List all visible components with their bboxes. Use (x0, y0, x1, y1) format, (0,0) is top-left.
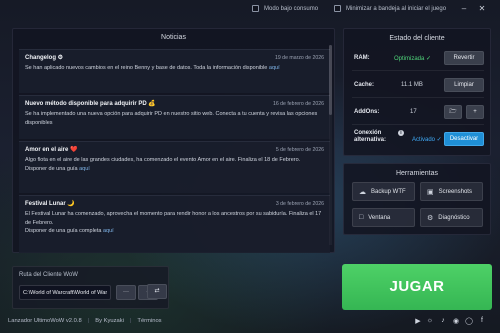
image-icon: ▣ (427, 188, 434, 196)
separator: | (87, 318, 90, 324)
browse-folder-button[interactable]: ··· (116, 285, 136, 300)
addons-label: AddOns: (354, 109, 380, 115)
news-item-body: Se ha implementado una nueva opción para… (25, 111, 318, 126)
alt-connection-label: Conexión alternativa: (354, 130, 386, 144)
divider (352, 97, 484, 98)
minimize-tray-label: Minimizar a bandeja al iniciar el juego (346, 5, 447, 12)
author: By Kyuzaki (95, 318, 124, 324)
news-item-link[interactable]: aquí (103, 228, 114, 234)
backup-wtf-button[interactable]: ☁ Backup WTF (352, 182, 415, 201)
close-window-button[interactable]: ✕ (476, 3, 488, 15)
news-scrollbar-thumb[interactable] (329, 45, 332, 115)
news-scrollbar[interactable] (329, 45, 332, 245)
diagnostic-label: Diagnóstico (438, 214, 470, 221)
client-status-panel: Estado del cliente RAM: Optimizada ✓ Rev… (343, 28, 491, 156)
client-path-input[interactable] (19, 285, 111, 300)
news-item-date: 19 de marzo de 2026 (274, 55, 324, 61)
addons-value: 17 (410, 109, 417, 115)
news-item-amor: Amor en el aire ❤️ 5 de febrero de 2026 … (19, 141, 330, 193)
news-item-text: Disponer de una guía (25, 165, 78, 172)
backup-wtf-label: Backup WTF (371, 188, 406, 195)
play-button[interactable]: JUGAR (342, 264, 492, 310)
news-item-text: Se han aplicado nuevos cambios en el rei… (25, 65, 268, 71)
news-item-body: El Festival Lunar ha comenzado, aprovech… (25, 210, 324, 236)
ram-label: RAM: (354, 55, 370, 61)
tiktok-icon[interactable]: ♪ (438, 317, 448, 324)
news-title: Noticias (161, 34, 186, 41)
window-button[interactable]: □ Ventana (352, 208, 415, 227)
window-icon: □ (359, 214, 364, 221)
app-version: Lanzador UltimoWoW v2.0.8 (8, 318, 82, 324)
client-path-panel: Ruta del Cliente WoW ··· ⬇ (12, 266, 169, 309)
alt-connection-label-line2: alternativa: (354, 137, 387, 143)
gear-icon: ⚙ (427, 214, 434, 222)
news-item-changelog: Changelog ⚙ 19 de marzo de 2026 Se han a… (19, 49, 330, 93)
terms-link[interactable]: Términos (137, 318, 161, 324)
minimize-window-button[interactable]: – (458, 3, 470, 15)
news-item-date: 5 de febrero de 2026 (275, 147, 324, 153)
low-consumption-checkbox[interactable] (252, 5, 259, 12)
folder-icon[interactable]: 🗁 (444, 105, 462, 119)
revert-ram-button[interactable]: Revertir (444, 51, 484, 65)
ram-value: Optimizada ✓ (394, 56, 432, 62)
divider (352, 124, 484, 125)
discord-icon[interactable]: ◉ (451, 317, 461, 325)
globe-icon[interactable]: ☼ (425, 317, 435, 324)
news-item-festival: Festival Lunar 🌙 3 de febrero de 2026 El… (19, 195, 330, 253)
news-item-date: 16 de febrero de 2026 (272, 101, 324, 107)
low-consumption-label: Modo bajo consumo (264, 5, 319, 12)
client-path-label: Ruta del Cliente WoW (19, 272, 78, 278)
window-label: Ventana (368, 214, 391, 221)
alt-connection-label-line1: Conexión (354, 130, 382, 136)
instagram-icon[interactable]: ◯ (464, 317, 474, 325)
status-title: Estado del cliente (389, 35, 445, 42)
clear-cache-button[interactable]: Limpiar (444, 78, 484, 92)
cache-value: 11.1 MB (401, 82, 423, 88)
tools-panel: Herramientas ☁ Backup WTF ▣ Screenshots … (343, 163, 491, 235)
translate-icon[interactable]: ⇄ (147, 284, 167, 299)
news-item-link[interactable]: aquí (79, 166, 90, 172)
alt-connection-value: Activado ✓ (412, 137, 442, 143)
top-bar: Modo bajo consumo Minimizar a bandeja al… (0, 0, 500, 18)
news-item-body: Algo flota en el aire de las grandes ciu… (25, 156, 324, 173)
cache-label: Cache: (354, 82, 375, 88)
add-addon-button[interactable]: + (466, 105, 484, 119)
low-consumption-toggle[interactable]: Modo bajo consumo (252, 5, 318, 12)
screenshots-button[interactable]: ▣ Screenshots (420, 182, 483, 201)
news-item-text: Algo flota en el aire de las grandes ciu… (25, 157, 301, 163)
tools-title: Herramientas (395, 170, 438, 177)
deactivate-button[interactable]: Desactivar (444, 132, 484, 146)
separator: | (129, 318, 132, 324)
footer: Lanzador UltimoWoW v2.0.8 | By Kyuzaki |… (8, 318, 162, 324)
news-item-link[interactable]: aquí (269, 65, 280, 71)
facebook-icon[interactable]: f (477, 317, 487, 324)
divider (352, 70, 484, 71)
diagnostic-button[interactable]: ⚙ Diagnóstico (420, 208, 483, 227)
news-item-date: 3 de febrero de 2026 (275, 201, 324, 207)
screenshots-label: Screenshots (438, 188, 472, 195)
news-item-pd: Nuevo método disponible para adquirir PD… (19, 95, 330, 139)
cloud-icon: ☁ (359, 188, 366, 196)
news-item-body: Se han aplicado nuevos cambios en el rei… (25, 64, 324, 73)
news-item-text: El Festival Lunar ha comenzado, aprovech… (25, 211, 322, 226)
minimize-tray-toggle[interactable]: Minimizar a bandeja al iniciar el juego (334, 5, 446, 12)
info-icon[interactable]: i (398, 130, 404, 136)
play-icon[interactable]: ▶ (413, 317, 423, 325)
news-panel: Noticias Changelog ⚙ 19 de marzo de 2026… (12, 28, 335, 253)
news-item-text: Disponer de una guía completa (25, 228, 102, 234)
minimize-tray-checkbox[interactable] (334, 5, 341, 12)
